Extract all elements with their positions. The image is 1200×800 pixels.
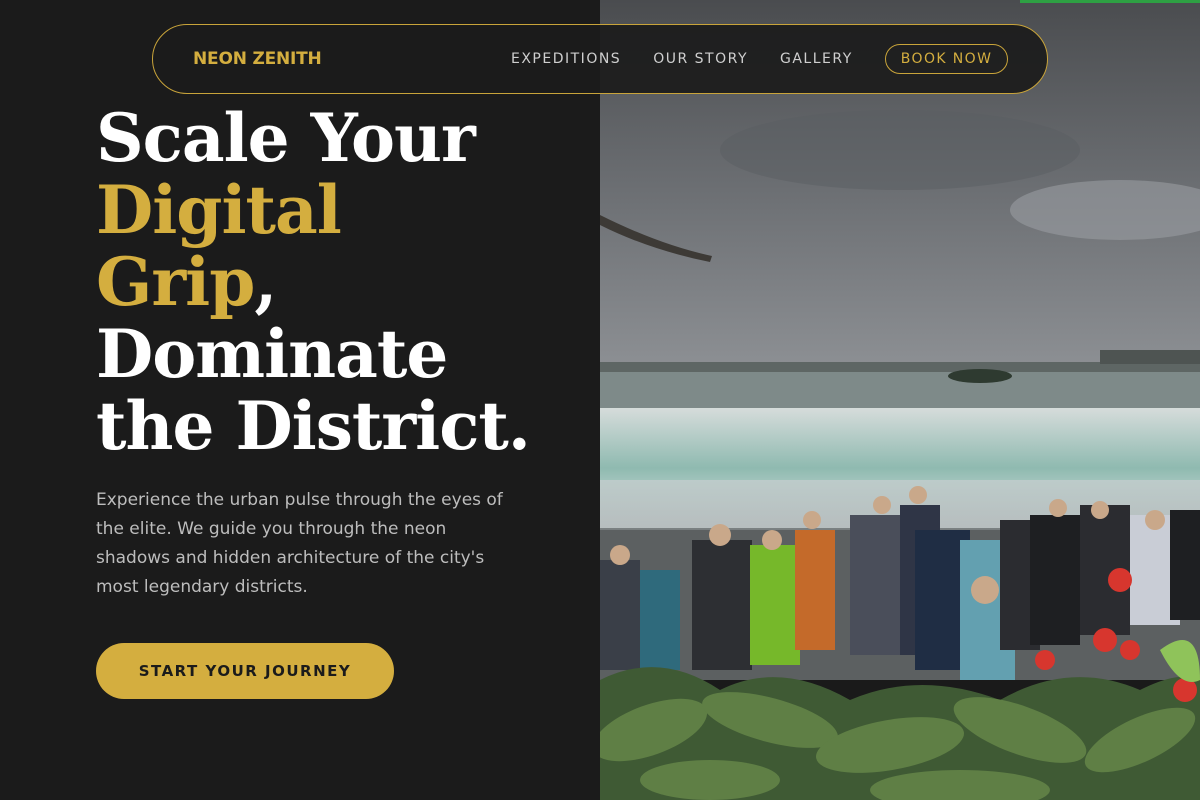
nav-link-expeditions[interactable]: EXPEDITIONS <box>511 51 621 67</box>
nav-link-gallery[interactable]: GALLERY <box>780 51 853 67</box>
nav-link-our-story[interactable]: OUR STORY <box>653 51 748 67</box>
start-journey-button[interactable]: START YOUR JOURNEY <box>96 643 394 699</box>
hero-waterfall-photo <box>600 0 1200 800</box>
book-now-button[interactable]: BOOK NOW <box>884 44 1009 74</box>
headline-line-3-suffix: , <box>254 243 277 321</box>
headline-line-4: Dominate <box>96 315 448 393</box>
hero-headline: Scale Your Digital Grip, Dominate the Di… <box>96 102 586 462</box>
nav-links: EXPEDITIONS OUR STORY GALLERY BOOK NOW <box>511 25 1009 93</box>
headline-line-5: the District. <box>96 387 531 465</box>
headline-line-3-gold: Grip <box>96 243 255 321</box>
navbar: NEON ZENITH EXPEDITIONS OUR STORY GALLER… <box>152 24 1048 94</box>
hero-description: Experience the urban pulse through the e… <box>96 490 503 597</box>
top-accent-bar <box>1020 0 1200 3</box>
headline-line-1: Scale Your <box>96 99 476 177</box>
brand-logo[interactable]: NEON ZENITH <box>193 49 322 69</box>
headline-line-3: Grip, <box>96 246 586 318</box>
headline-line-2: Digital <box>96 171 342 249</box>
